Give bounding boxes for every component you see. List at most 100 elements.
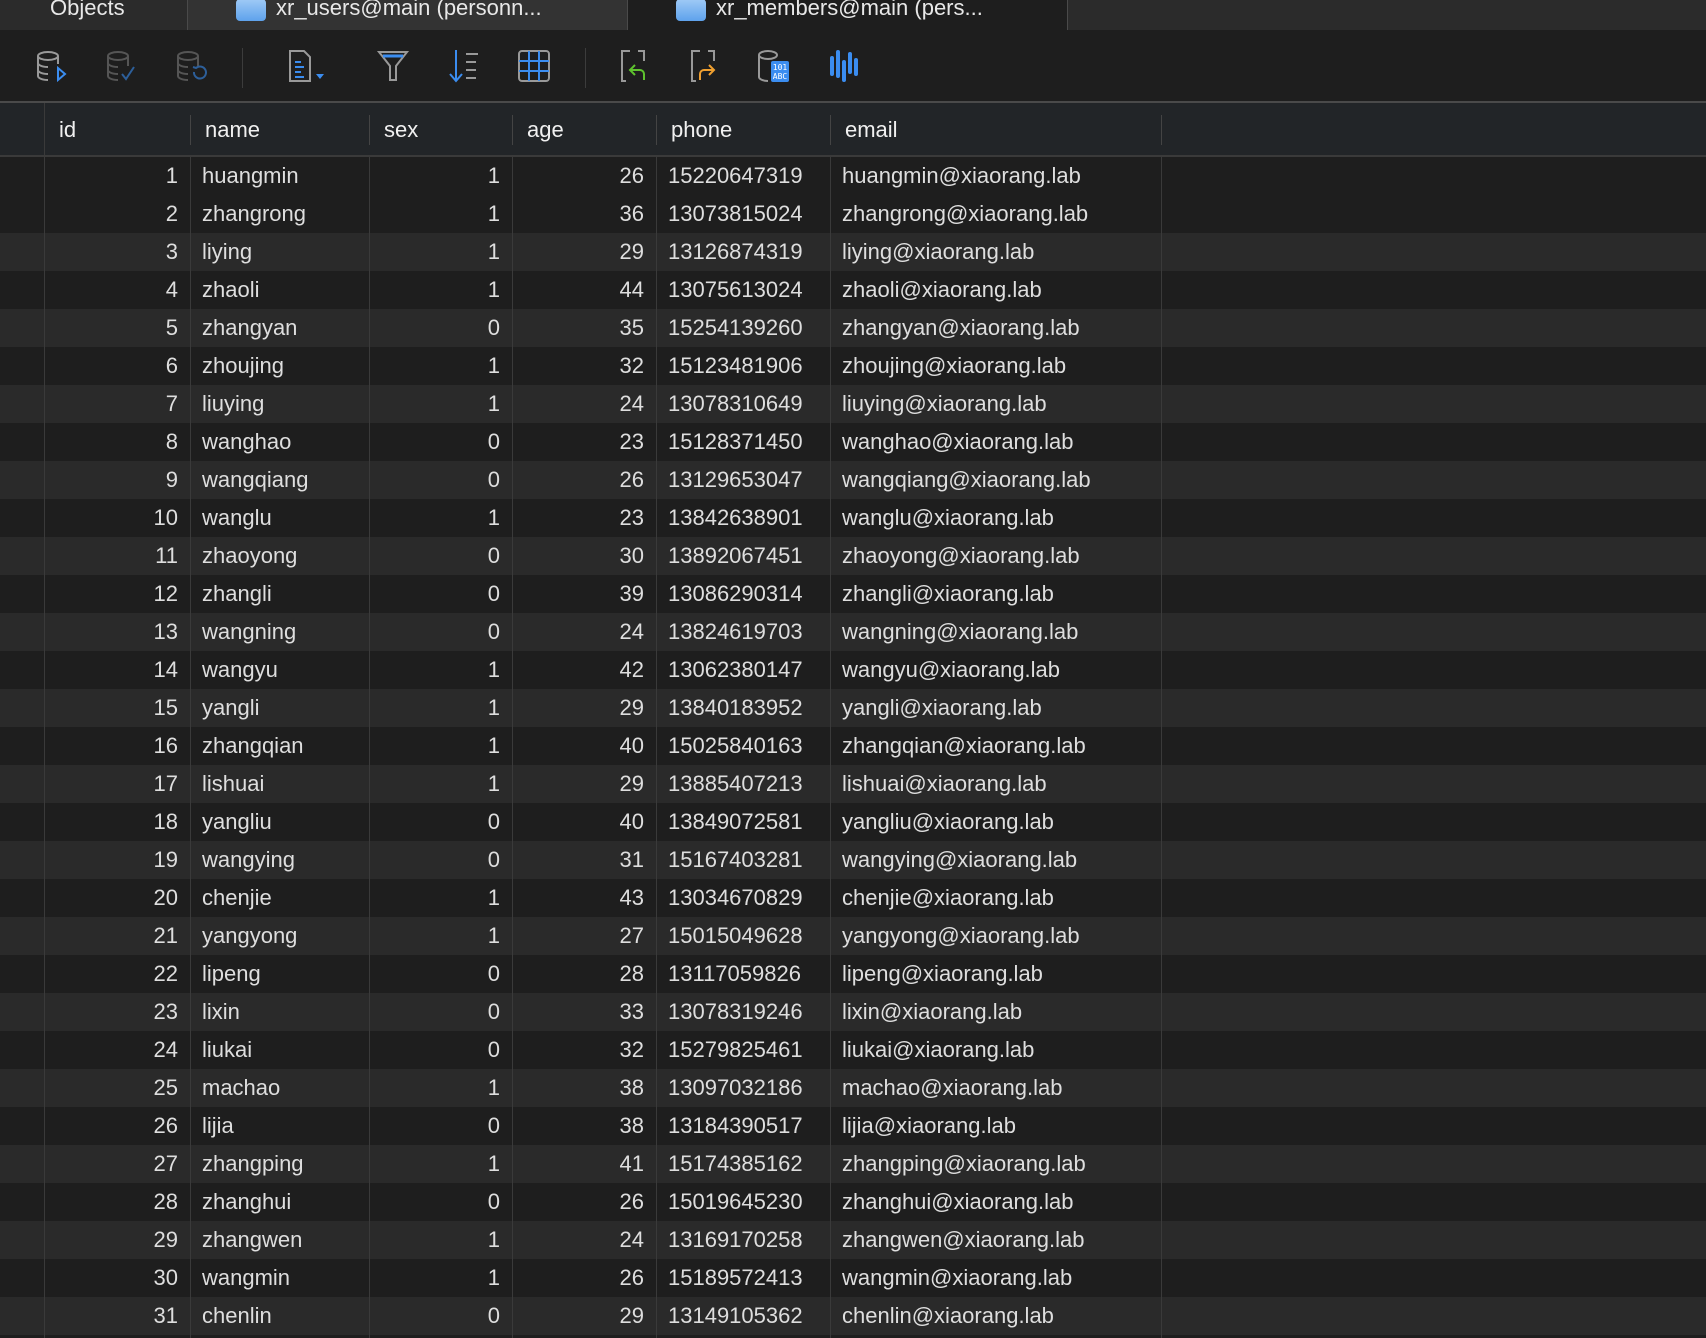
- cell-phone[interactable]: 15167403281: [656, 841, 830, 879]
- cell-phone[interactable]: 13892067451: [656, 537, 830, 575]
- cell-id[interactable]: 12: [44, 575, 190, 613]
- cell-phone[interactable]: 15128371450: [656, 423, 830, 461]
- cell-age[interactable]: 41: [512, 1145, 656, 1183]
- cell-age[interactable]: 43: [512, 879, 656, 917]
- cell-name[interactable]: yangli: [190, 689, 369, 727]
- cell-id[interactable]: 30: [44, 1259, 190, 1297]
- cell-id[interactable]: 26: [44, 1107, 190, 1145]
- table-row[interactable]: 4 zhaoli 1 44 13075613024 zhaoli@xiaorang.lab: [0, 271, 1706, 309]
- cell-id[interactable]: 27: [44, 1145, 190, 1183]
- cell-email[interactable]: zhangli@xiaorang.lab: [830, 575, 1161, 613]
- cell-email[interactable]: wanglu@xiaorang.lab: [830, 499, 1161, 537]
- cell-sex[interactable]: 0: [369, 613, 512, 651]
- cell-sex[interactable]: 0: [369, 423, 512, 461]
- cell-name[interactable]: yangliu: [190, 803, 369, 841]
- cell-age[interactable]: 32: [512, 347, 656, 385]
- cell-email[interactable]: lishuai@xiaorang.lab: [830, 765, 1161, 803]
- cell-phone[interactable]: 15123481906: [656, 347, 830, 385]
- cell-name[interactable]: wangmin: [190, 1259, 369, 1297]
- cell-sex[interactable]: 1: [369, 879, 512, 917]
- cell-id[interactable]: 11: [44, 537, 190, 575]
- cell-email[interactable]: lipeng@xiaorang.lab: [830, 955, 1161, 993]
- cell-sex[interactable]: 0: [369, 955, 512, 993]
- cell-email[interactable]: wangning@xiaorang.lab: [830, 613, 1161, 651]
- column-header-sex[interactable]: sex: [369, 115, 512, 145]
- cell-email[interactable]: zhaoyong@xiaorang.lab: [830, 537, 1161, 575]
- filter-icon[interactable]: [375, 48, 411, 84]
- cell-id[interactable]: 7: [44, 385, 190, 423]
- cell-email[interactable]: wanghao@xiaorang.lab: [830, 423, 1161, 461]
- cell-name[interactable]: liying: [190, 233, 369, 271]
- table-row[interactable]: 11 zhaoyong 0 30 13892067451 zhaoyong@xiaoran…: [0, 537, 1706, 575]
- text-export-icon[interactable]: [286, 48, 330, 84]
- cell-name[interactable]: huangmin: [190, 157, 369, 195]
- cell-email[interactable]: yangli@xiaorang.lab: [830, 689, 1161, 727]
- cell-sex[interactable]: 0: [369, 1297, 512, 1335]
- cell-sex[interactable]: 1: [369, 651, 512, 689]
- cell-email[interactable]: zhangrong@xiaorang.lab: [830, 195, 1161, 233]
- cell-age[interactable]: 30: [512, 537, 656, 575]
- cell-email[interactable]: zhoujing@xiaorang.lab: [830, 347, 1161, 385]
- column-header-email[interactable]: email: [830, 115, 1161, 145]
- table-row[interactable]: 2 zhangrong 1 36 13073815024 zhangrong@xiaora…: [0, 195, 1706, 233]
- sort-icon[interactable]: [446, 48, 482, 84]
- cell-name[interactable]: zhangyan: [190, 309, 369, 347]
- cell-sex[interactable]: 0: [369, 1107, 512, 1145]
- cell-name[interactable]: zhangrong: [190, 195, 369, 233]
- cell-id[interactable]: 2: [44, 195, 190, 233]
- cell-name[interactable]: yangyong: [190, 917, 369, 955]
- chart-icon[interactable]: [828, 48, 864, 84]
- cell-phone[interactable]: 13078310649: [656, 385, 830, 423]
- cell-name[interactable]: wanghao: [190, 423, 369, 461]
- cell-id[interactable]: 25: [44, 1069, 190, 1107]
- cell-email[interactable]: chenlin@xiaorang.lab: [830, 1297, 1161, 1335]
- cell-email[interactable]: liukai@xiaorang.lab: [830, 1031, 1161, 1069]
- cell-name[interactable]: zhangli: [190, 575, 369, 613]
- cell-age[interactable]: 40: [512, 803, 656, 841]
- cell-sex[interactable]: 0: [369, 309, 512, 347]
- cell-age[interactable]: 35: [512, 309, 656, 347]
- begin-transaction-icon[interactable]: [34, 48, 70, 84]
- cell-sex[interactable]: 1: [369, 1221, 512, 1259]
- cell-name[interactable]: chenlin: [190, 1297, 369, 1335]
- table-row[interactable]: 20 chenjie 1 43 13034670829 chenjie@xiaorang.…: [0, 879, 1706, 917]
- cell-phone[interactable]: 15254139260: [656, 309, 830, 347]
- cell-age[interactable]: 29: [512, 1297, 656, 1335]
- cell-age[interactable]: 28: [512, 955, 656, 993]
- cell-phone[interactable]: 13842638901: [656, 499, 830, 537]
- cell-email[interactable]: lijia@xiaorang.lab: [830, 1107, 1161, 1145]
- cell-email[interactable]: zhangwen@xiaorang.lab: [830, 1221, 1161, 1259]
- cell-sex[interactable]: 0: [369, 841, 512, 879]
- cell-email[interactable]: huangmin@xiaorang.lab: [830, 157, 1161, 195]
- cell-phone[interactable]: 13086290314: [656, 575, 830, 613]
- cell-id[interactable]: 5: [44, 309, 190, 347]
- cell-age[interactable]: 38: [512, 1107, 656, 1145]
- column-header-name[interactable]: name: [190, 115, 369, 145]
- cell-age[interactable]: 23: [512, 423, 656, 461]
- cell-email[interactable]: chenjie@xiaorang.lab: [830, 879, 1161, 917]
- cell-sex[interactable]: 1: [369, 499, 512, 537]
- cell-name[interactable]: liuying: [190, 385, 369, 423]
- cell-email[interactable]: wangmin@xiaorang.lab: [830, 1259, 1161, 1297]
- cell-phone[interactable]: 13097032186: [656, 1069, 830, 1107]
- data-generation-icon[interactable]: 101ABC: [756, 48, 792, 84]
- cell-name[interactable]: wangying: [190, 841, 369, 879]
- cell-sex[interactable]: 1: [369, 765, 512, 803]
- cell-id[interactable]: 14: [44, 651, 190, 689]
- cell-name[interactable]: zhoujing: [190, 347, 369, 385]
- cell-id[interactable]: 22: [44, 955, 190, 993]
- rollback-icon[interactable]: [174, 48, 210, 84]
- table-row[interactable]: 18 yangliu 0 40 13849072581 yangliu@xiaorang.…: [0, 803, 1706, 841]
- cell-name[interactable]: chenjie: [190, 879, 369, 917]
- table-row[interactable]: 13 wangning 0 24 13824619703 wangning@xiaoran…: [0, 613, 1706, 651]
- table-row[interactable]: 1 huangmin 1 26 15220647319 huangmin@xiaorang…: [0, 157, 1706, 195]
- cell-age[interactable]: 32: [512, 1031, 656, 1069]
- cell-age[interactable]: 24: [512, 1221, 656, 1259]
- cell-sex[interactable]: 1: [369, 1069, 512, 1107]
- cell-id[interactable]: 20: [44, 879, 190, 917]
- cell-sex[interactable]: 1: [369, 157, 512, 195]
- cell-age[interactable]: 40: [512, 727, 656, 765]
- cell-age[interactable]: 38: [512, 1069, 656, 1107]
- cell-phone[interactable]: 13149105362: [656, 1297, 830, 1335]
- table-row[interactable]: 28 zhanghui 0 26 15019645230 zhanghui@xiaoran…: [0, 1183, 1706, 1221]
